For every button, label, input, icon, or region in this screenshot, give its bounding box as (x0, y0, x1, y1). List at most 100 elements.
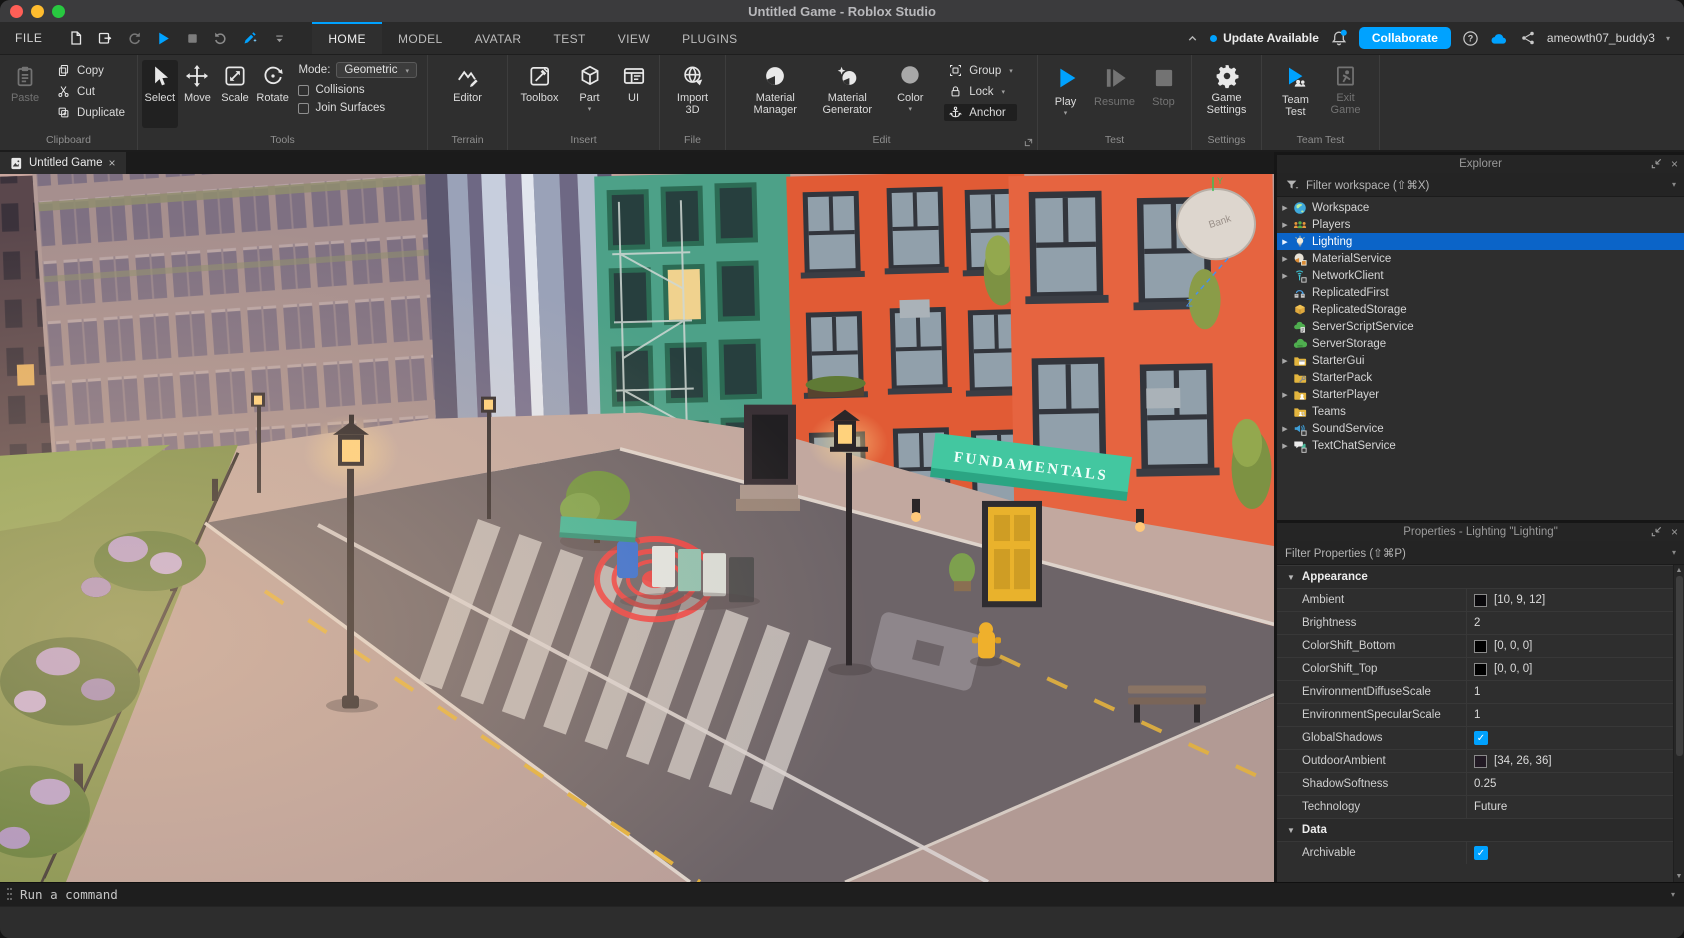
tab-plugins[interactable]: PLUGINS (666, 22, 753, 54)
explorer-tree-item[interactable]: ▶ StarterGui (1277, 352, 1684, 369)
checkbox[interactable]: ✓ (1474, 846, 1488, 860)
color-swatch[interactable] (1474, 594, 1487, 607)
property-value[interactable]: [34, 26, 36] (1467, 750, 1673, 772)
minimize-window-button[interactable] (31, 5, 44, 18)
tab-avatar[interactable]: AVATAR (459, 22, 538, 54)
close-window-button[interactable] (10, 5, 23, 18)
lock-button[interactable]: Lock▾ (944, 83, 1016, 100)
color-button[interactable]: Color▾ (886, 60, 934, 113)
expand-arrow-icon[interactable]: ▶ (1277, 221, 1293, 229)
tab-view[interactable]: VIEW (602, 22, 666, 54)
property-value[interactable]: 1 (1467, 681, 1673, 703)
property-section-header[interactable]: ▼ Appearance (1277, 565, 1673, 588)
close-tab-icon[interactable]: × (109, 156, 116, 170)
scale-tool-button[interactable]: Scale (217, 60, 253, 104)
cut-button[interactable]: Cut (52, 83, 129, 100)
paste-button[interactable]: Paste (4, 60, 46, 104)
dock-panel-icon[interactable] (1650, 525, 1663, 539)
stop-button[interactable]: Stop (1140, 60, 1187, 108)
explorer-tree-item[interactable]: ▶ Players (1277, 216, 1684, 233)
plugin-icon[interactable] (239, 27, 261, 49)
terrain-editor-button[interactable]: Editor (444, 60, 492, 104)
explorer-tree-item[interactable]: ▶ Lighting (1277, 233, 1684, 250)
rotate-tool-button[interactable]: Rotate (255, 60, 291, 104)
part-button[interactable]: Part▾ (566, 60, 614, 113)
tab-model[interactable]: MODEL (382, 22, 459, 54)
account-dropdown-icon[interactable]: ▾ (1666, 34, 1670, 43)
expand-arrow-icon[interactable]: ▶ (1277, 442, 1293, 450)
explorer-tree-item[interactable]: ▶ SoundService (1277, 420, 1684, 437)
join-surfaces-checkbox[interactable]: Join Surfaces (298, 102, 417, 114)
explorer-tree-item[interactable]: ▶ NetworkClient (1277, 267, 1684, 284)
explorer-tree-item[interactable]: ▶ ReplicatedFirst (1277, 284, 1684, 301)
ui-button[interactable]: UI (616, 60, 652, 104)
scroll-down-icon[interactable]: ▼ (1676, 873, 1683, 880)
redo-icon[interactable] (123, 27, 145, 49)
dialog-launcher-icon[interactable] (1024, 138, 1033, 147)
toolbox-button[interactable]: Toolbox (516, 60, 564, 104)
property-value[interactable]: 2 (1467, 612, 1673, 634)
mode-dropdown[interactable]: Geometric▾ (336, 62, 417, 78)
explorer-filter-input[interactable]: Filter workspace (⇧⌘X) ▾ (1277, 173, 1684, 197)
collapse-ribbon-icon[interactable] (1186, 32, 1199, 45)
help-icon[interactable] (1462, 30, 1479, 47)
game-settings-button[interactable]: Game Settings (1203, 60, 1251, 116)
notifications-bell-icon[interactable] (1330, 29, 1348, 47)
anchor-button[interactable]: Anchor (944, 104, 1016, 121)
play-icon[interactable] (152, 27, 174, 49)
scrollbar-thumb[interactable] (1676, 576, 1683, 756)
drag-handle-icon[interactable] (7, 888, 11, 902)
dock-panel-icon[interactable] (1650, 157, 1663, 171)
open-icon[interactable] (94, 27, 116, 49)
property-value[interactable]: ✓ (1467, 727, 1673, 749)
color-swatch[interactable] (1474, 640, 1487, 653)
chevron-down-icon[interactable]: ▾ (1671, 890, 1684, 899)
color-swatch[interactable] (1474, 755, 1487, 768)
viewport-3d[interactable]: Bank Y Z (0, 174, 1274, 882)
expand-arrow-icon[interactable]: ▶ (1277, 391, 1293, 399)
exit-game-button[interactable]: Exit Game (1322, 60, 1370, 116)
scroll-up-icon[interactable]: ▲ (1676, 567, 1683, 574)
import-3d-button[interactable]: Import 3D (669, 60, 717, 116)
group-button[interactable]: Group▾ (944, 62, 1016, 79)
close-panel-icon[interactable]: × (1671, 525, 1678, 539)
explorer-tree-item[interactable]: ▶ ReplicatedStorage (1277, 301, 1684, 318)
property-value[interactable]: [0, 0, 0] (1467, 635, 1673, 657)
new-place-icon[interactable] (65, 27, 87, 49)
copy-button[interactable]: Copy (52, 62, 129, 79)
property-value[interactable]: ✓ (1467, 842, 1673, 864)
explorer-tree-item[interactable]: ▶ TextChatService (1277, 437, 1684, 454)
close-panel-icon[interactable]: × (1671, 157, 1678, 171)
team-test-button[interactable]: Team Test (1272, 60, 1320, 118)
properties-filter-input[interactable]: Filter Properties (⇧⌘P) ▾ (1277, 541, 1684, 565)
stop-icon[interactable] (181, 27, 203, 49)
update-available-badge[interactable]: Update Available (1210, 31, 1319, 45)
properties-scrollbar[interactable]: ▲ ▼ (1673, 565, 1684, 882)
zoom-window-button[interactable] (52, 5, 65, 18)
property-value[interactable]: Future (1467, 796, 1673, 818)
duplicate-button[interactable]: Duplicate (52, 104, 129, 121)
chevron-down-icon[interactable]: ▾ (1672, 180, 1676, 189)
cloud-sync-icon[interactable] (1490, 31, 1509, 46)
explorer-tree-item[interactable]: ▶ Teams (1277, 403, 1684, 420)
expand-arrow-icon[interactable]: ▶ (1277, 357, 1293, 365)
expand-arrow-icon[interactable]: ▶ (1277, 238, 1293, 246)
material-manager-button[interactable]: Material Manager (742, 60, 808, 116)
material-generator-button[interactable]: Material Generator (814, 60, 880, 116)
explorer-tree-item[interactable]: ▶ ServerStorage (1277, 335, 1684, 352)
resume-button[interactable]: Resume (1091, 60, 1138, 108)
tab-home[interactable]: HOME (312, 22, 382, 54)
explorer-tree-item[interactable]: ▶ StarterPlayer (1277, 386, 1684, 403)
collisions-checkbox[interactable]: Collisions (298, 84, 417, 96)
expand-arrow-icon[interactable]: ▶ (1277, 425, 1293, 433)
expand-arrow-icon[interactable]: ▶ (1277, 272, 1293, 280)
chevron-down-icon[interactable]: ▾ (1672, 548, 1676, 557)
file-menu[interactable]: FILE (0, 22, 57, 54)
undo-icon[interactable] (210, 27, 232, 49)
move-tool-button[interactable]: Move (180, 60, 216, 104)
collaborate-button[interactable]: Collaborate (1359, 27, 1451, 49)
explorer-tree-item[interactable]: ▶ StarterPack (1277, 369, 1684, 386)
property-section-header[interactable]: ▼ Data (1277, 818, 1673, 841)
explorer-tree-item[interactable]: ▶ Workspace (1277, 199, 1684, 216)
explorer-tree-item[interactable]: ▶ ServerScriptService (1277, 318, 1684, 335)
